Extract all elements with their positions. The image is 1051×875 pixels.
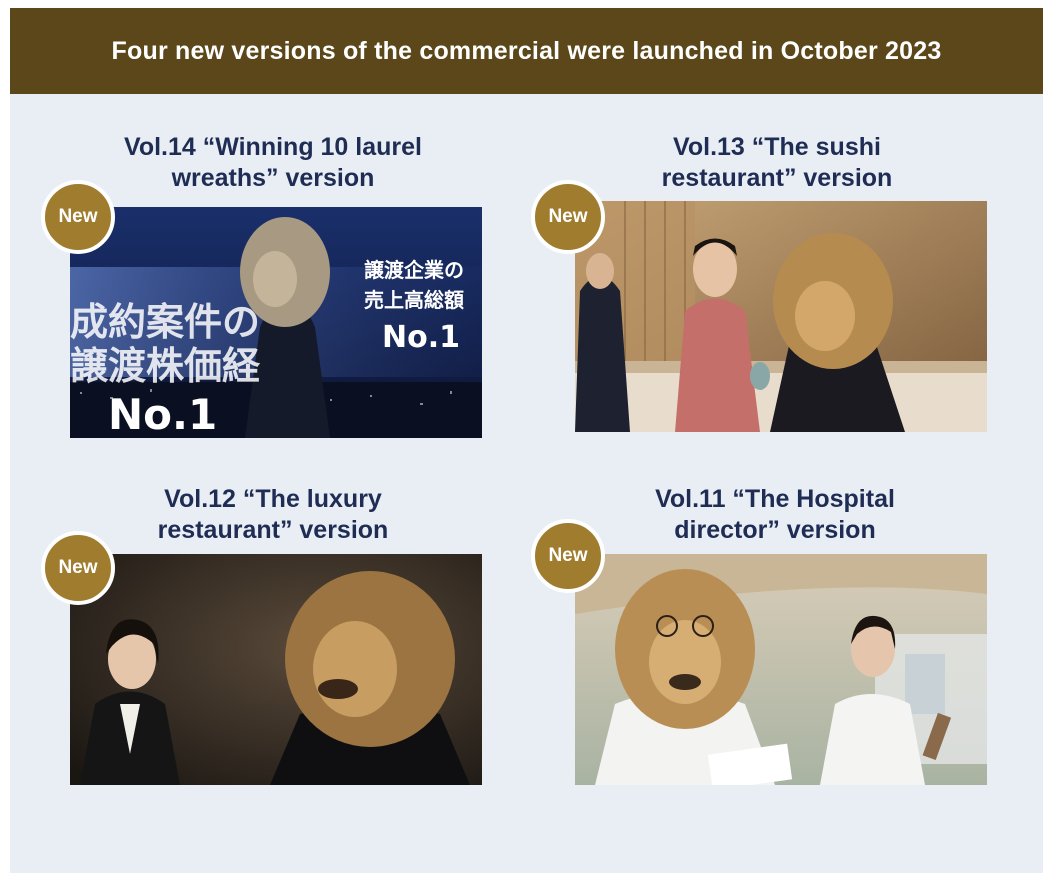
commercial-image[interactable] (70, 554, 482, 785)
commercial-image[interactable]: 成約案件の 譲渡株価経 No.1 譲渡企業の 売上高総額 No.1 (70, 207, 482, 438)
commercial-title: Vol.12 “The luxury restaurant” version (157, 485, 389, 544)
screen-text-right-2: 売上高総額 (364, 288, 464, 312)
header-banner: Four new versions of the commercial were… (10, 8, 1043, 94)
screen-text-right-3: No.1 (382, 320, 460, 355)
header-title: Four new versions of the commercial were… (111, 36, 942, 65)
screen-text-left-3: No.1 (108, 390, 217, 438)
commercial-title: Vol.14 “Winning 10 laurel wreaths” versi… (124, 133, 422, 192)
commercial-title: Vol.13 “The sushi restaurant” version (661, 133, 893, 192)
screen-text-left-1: 成約案件の (70, 300, 260, 344)
commercial-image[interactable] (575, 201, 987, 432)
new-badge: New (41, 531, 115, 605)
commercial-title: Vol.11 “The Hospital director” version (655, 485, 895, 544)
commercial-image[interactable] (575, 554, 987, 785)
screen-text-right-1: 譲渡企業の (364, 258, 464, 282)
new-badge: New (531, 180, 605, 254)
new-badge: New (531, 519, 605, 593)
new-badge: New (41, 180, 115, 254)
screen-text-left-2: 譲渡株価経 (70, 344, 261, 388)
